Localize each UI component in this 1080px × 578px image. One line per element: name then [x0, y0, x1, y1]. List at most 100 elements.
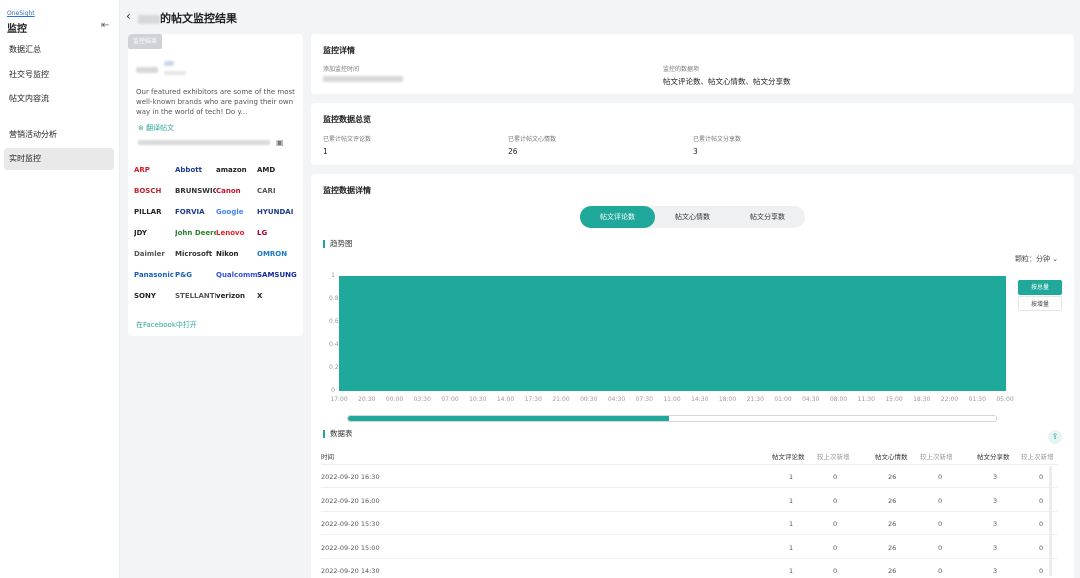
table-scrollbar[interactable]	[1049, 466, 1052, 576]
export-icon[interactable]: ⇪	[1048, 430, 1062, 444]
logo-stellantis: STELLANTIS	[175, 292, 216, 300]
translate-label: 翻译帖文	[146, 124, 175, 132]
col-comments: 帖文评论数	[772, 453, 805, 461]
cumulative-mode-button[interactable]: 按总量	[1018, 280, 1062, 295]
chart-bar[interactable]	[949, 276, 978, 391]
cell-reactions-delta: 0	[938, 567, 943, 575]
x-tick-label: 03:30	[413, 396, 431, 403]
sidebar-title: 监控	[7, 24, 27, 35]
cell-comments: 1	[789, 473, 794, 481]
y-tick-label: 0.8	[329, 295, 339, 302]
chart-bar[interactable]	[644, 276, 673, 391]
granularity-select[interactable]: 颗粒：分钟 ⌄	[1015, 254, 1058, 264]
x-tick-label: 08:00	[829, 396, 848, 403]
post-meta	[138, 140, 270, 145]
metric-tabs: 帖文评论数 帖文心情数 帖文分享数	[580, 206, 805, 228]
x-tick-label: 01:00	[774, 396, 792, 403]
monitor-detail-panel: 监控详情 添加监控时间 监控的数据项 帖文评论数、帖文心情数、帖文分享数	[311, 34, 1074, 94]
chart-bar[interactable]	[505, 276, 534, 391]
x-tick-label: 04:30	[802, 396, 820, 403]
chart-bar[interactable]	[366, 276, 396, 391]
chart-bar[interactable]	[727, 276, 756, 391]
x-tick-label: 04:30	[607, 396, 626, 403]
logo-daimler: Daimler	[134, 250, 165, 258]
col-reactions-delta: 较上次新增	[920, 453, 953, 461]
open-in-facebook-link[interactable]: 在Facebook中打开	[136, 320, 197, 330]
chart-bar[interactable]	[866, 276, 895, 391]
cell-shares-delta: 0	[1039, 543, 1044, 552]
x-tick-label: 22:00	[940, 396, 959, 403]
incremental-mode-button[interactable]: 按增量	[1018, 296, 1062, 311]
chart-bar[interactable]	[810, 276, 840, 391]
total-shares-label: 已累计帖文分享数	[693, 136, 742, 143]
logo-brunswick: BRUNSWICK	[175, 187, 216, 195]
collapse-sidebar-icon[interactable]: ⇤	[101, 20, 109, 31]
chart-bar[interactable]	[755, 276, 784, 391]
monitor-detail-title: 监控详情	[323, 46, 355, 55]
chart-bar[interactable]	[450, 276, 479, 391]
data-items-value: 帖文评论数、帖文心情数、帖文分享数	[663, 77, 791, 86]
logo-lenovo: Lenovo	[216, 229, 245, 237]
logo-forvia: FORVIA	[175, 208, 205, 216]
y-tick-label: 0.4	[329, 341, 339, 348]
chart-bar[interactable]	[477, 276, 507, 391]
chart-bar[interactable]	[921, 276, 951, 391]
chart-bar[interactable]	[672, 276, 701, 391]
cell-reactions-delta: 0	[938, 543, 943, 552]
cell-shares-delta: 0	[1039, 473, 1044, 481]
total-reactions-label: 已累计帖文心情数	[508, 136, 557, 143]
chart-bar[interactable]	[783, 276, 812, 391]
logo-microsoft: Microsoft	[175, 250, 213, 258]
x-tick-label: 14:00	[496, 396, 515, 403]
logo-x: X	[257, 292, 263, 300]
col-shares-delta: 较上次新增	[1021, 453, 1054, 461]
col-time: 时间	[321, 453, 334, 461]
logo-abbott: Abbott	[175, 166, 202, 174]
cell-comments-delta: 0	[833, 567, 838, 575]
post-image[interactable]: ARP Abbott amazon AMD BOSCH BRUNSWICKCanon CAR…	[134, 160, 298, 308]
x-tick-label: 11:30	[857, 396, 875, 403]
trend-chart-label: 趋势图	[323, 240, 353, 248]
brand-logo[interactable]: OneSight	[7, 10, 35, 17]
x-tick-label: 15:00	[885, 396, 903, 403]
zoom-slider[interactable]	[347, 415, 997, 422]
sidebar-item-data-summary[interactable]: 数据汇总	[4, 39, 114, 61]
sidebar-item-marketing-analysis[interactable]: 营销活动分析	[4, 124, 114, 146]
zoom-slider-range[interactable]	[348, 416, 669, 421]
x-tick-label: 18:30	[913, 396, 931, 403]
detail-title: 监控数据详情	[323, 186, 371, 195]
tab-comments[interactable]: 帖文评论数	[580, 206, 655, 228]
logo-bosch: BOSCH	[134, 187, 162, 195]
chart-bar[interactable]	[422, 276, 451, 391]
back-arrow-icon[interactable]: ‹	[126, 9, 131, 23]
logo-john-deere: John Deere	[175, 229, 216, 237]
chart-bar[interactable]	[339, 276, 368, 391]
cell-shares: 3	[993, 567, 998, 575]
chart-bar[interactable]	[894, 276, 923, 391]
sidebar-item-social-account-monitor[interactable]: 社交号监控	[4, 64, 114, 86]
chart-bar[interactable]	[977, 276, 1006, 391]
chart-bar[interactable]	[699, 276, 729, 391]
translate-post-button[interactable]: ⊛ 翻译帖文	[138, 123, 174, 133]
chart-bar[interactable]	[588, 276, 618, 391]
x-tick-label: 21:00	[552, 396, 570, 403]
x-tick-label: 10:30	[469, 396, 487, 403]
x-tick-label: 17:00	[330, 396, 348, 403]
chart-bar[interactable]	[394, 276, 423, 391]
sidebar-item-realtime-monitor[interactable]: 实时监控	[4, 148, 114, 170]
chart-bar[interactable]	[616, 276, 645, 391]
x-tick-label: 01:30	[968, 396, 986, 403]
logo-lg: LG	[257, 229, 268, 237]
x-tick-label: 18:00	[718, 396, 737, 403]
logo-panasonic: Panasonic	[134, 271, 174, 279]
chart-bar[interactable]	[838, 276, 867, 391]
logo-verizon: verizon	[216, 292, 246, 300]
sidebar-item-post-content-stream[interactable]: 帖文内容流	[4, 88, 114, 110]
tab-shares[interactable]: 帖文分享数	[730, 206, 805, 228]
logo-jdy: JDY	[134, 229, 147, 237]
chart-bar[interactable]	[533, 276, 562, 391]
image-icon[interactable]: ▣	[276, 138, 284, 147]
chart-bar[interactable]	[561, 276, 590, 391]
logo-amd: AMD	[257, 166, 276, 174]
tab-reactions[interactable]: 帖文心情数	[655, 206, 730, 228]
